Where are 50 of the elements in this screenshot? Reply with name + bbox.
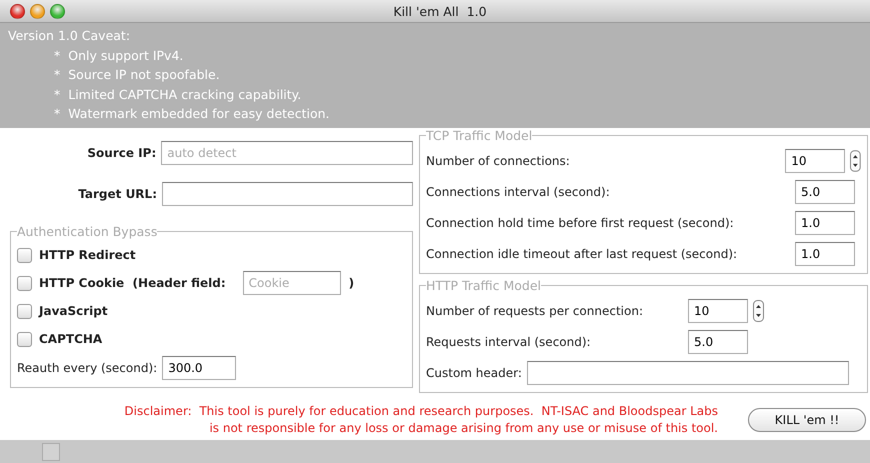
field-label: Reauth every (second): [17, 361, 158, 375]
bullet: * [54, 46, 60, 64]
checkbox[interactable] [17, 276, 32, 290]
input-field[interactable]: 1.0 [795, 242, 855, 266]
field-label: Connections interval (second): [426, 184, 611, 198]
field-label: Custom header: [426, 366, 522, 380]
field-label: Target URL: [77, 187, 157, 201]
caveat-heading: Version 1.0 Caveat: [8, 28, 130, 43]
field-label: Requests interval (second): [426, 334, 592, 348]
option-label: CAPTCHA [39, 332, 102, 346]
input-field[interactable]: 10 [688, 298, 748, 322]
kill-button[interactable]: KILL 'em !! [748, 408, 866, 432]
group-title: TCP Traffic Model [426, 128, 532, 143]
bullet: * [54, 66, 60, 84]
bullet: * [54, 105, 60, 123]
input-field[interactable]: auto detect [161, 141, 413, 165]
input-field[interactable]: 300.0 [162, 356, 236, 380]
option-label: HTTP Redirect [39, 248, 136, 262]
option-label: JavaScript [39, 304, 108, 318]
field-label: Source IP: [86, 146, 156, 160]
input-field[interactable]: 5.0 [688, 330, 748, 354]
zoom-button[interactable] [50, 4, 65, 18]
checkbox[interactable] [17, 248, 32, 262]
minimize-button[interactable] [30, 4, 45, 18]
caveat-item: Source IP not spoofable. [68, 66, 220, 84]
stepper-icon[interactable] [850, 150, 861, 172]
disclaimer: Disclaimer: This tool is purely for education and research purposes. NT-ISAC and Bloodspear Labs is not responsible for any loss or damage arising from any use or misuse of this tool. [123, 403, 718, 437]
resize-box [42, 442, 60, 460]
window-title: Kill 'em All 1.0 [393, 4, 488, 18]
input-field[interactable] [162, 182, 413, 206]
input-field[interactable]: 10 [785, 148, 846, 172]
field-label: Number of requests per connection: [426, 304, 644, 318]
input-field[interactable]: 5.0 [795, 180, 855, 204]
paren-label: ) [348, 276, 354, 290]
checkbox[interactable] [17, 304, 32, 318]
caveat-item: Only support IPv4. [68, 46, 184, 65]
caveat-item: Watermark embedded for easy detection. [68, 105, 330, 123]
checkbox[interactable] [17, 332, 32, 346]
group-title: HTTP Traffic Model [426, 278, 542, 293]
field-label: Connection idle timeout after last request (second): [426, 246, 738, 260]
bullet: * [54, 86, 60, 104]
field-label: Connection hold time before first request (second): [426, 216, 735, 230]
group-title: Authentication Bypass [17, 224, 158, 239]
option-label: HTTP Cookie (Header field: [39, 276, 226, 290]
caveat-item: Limited CAPTCHA cracking capability. [68, 86, 302, 104]
field-label: Number of connections: [426, 154, 571, 168]
input-field[interactable]: 1.0 [795, 210, 855, 234]
close-button[interactable] [10, 4, 25, 18]
stepper-icon[interactable] [753, 300, 764, 322]
input-field[interactable] [526, 360, 849, 384]
